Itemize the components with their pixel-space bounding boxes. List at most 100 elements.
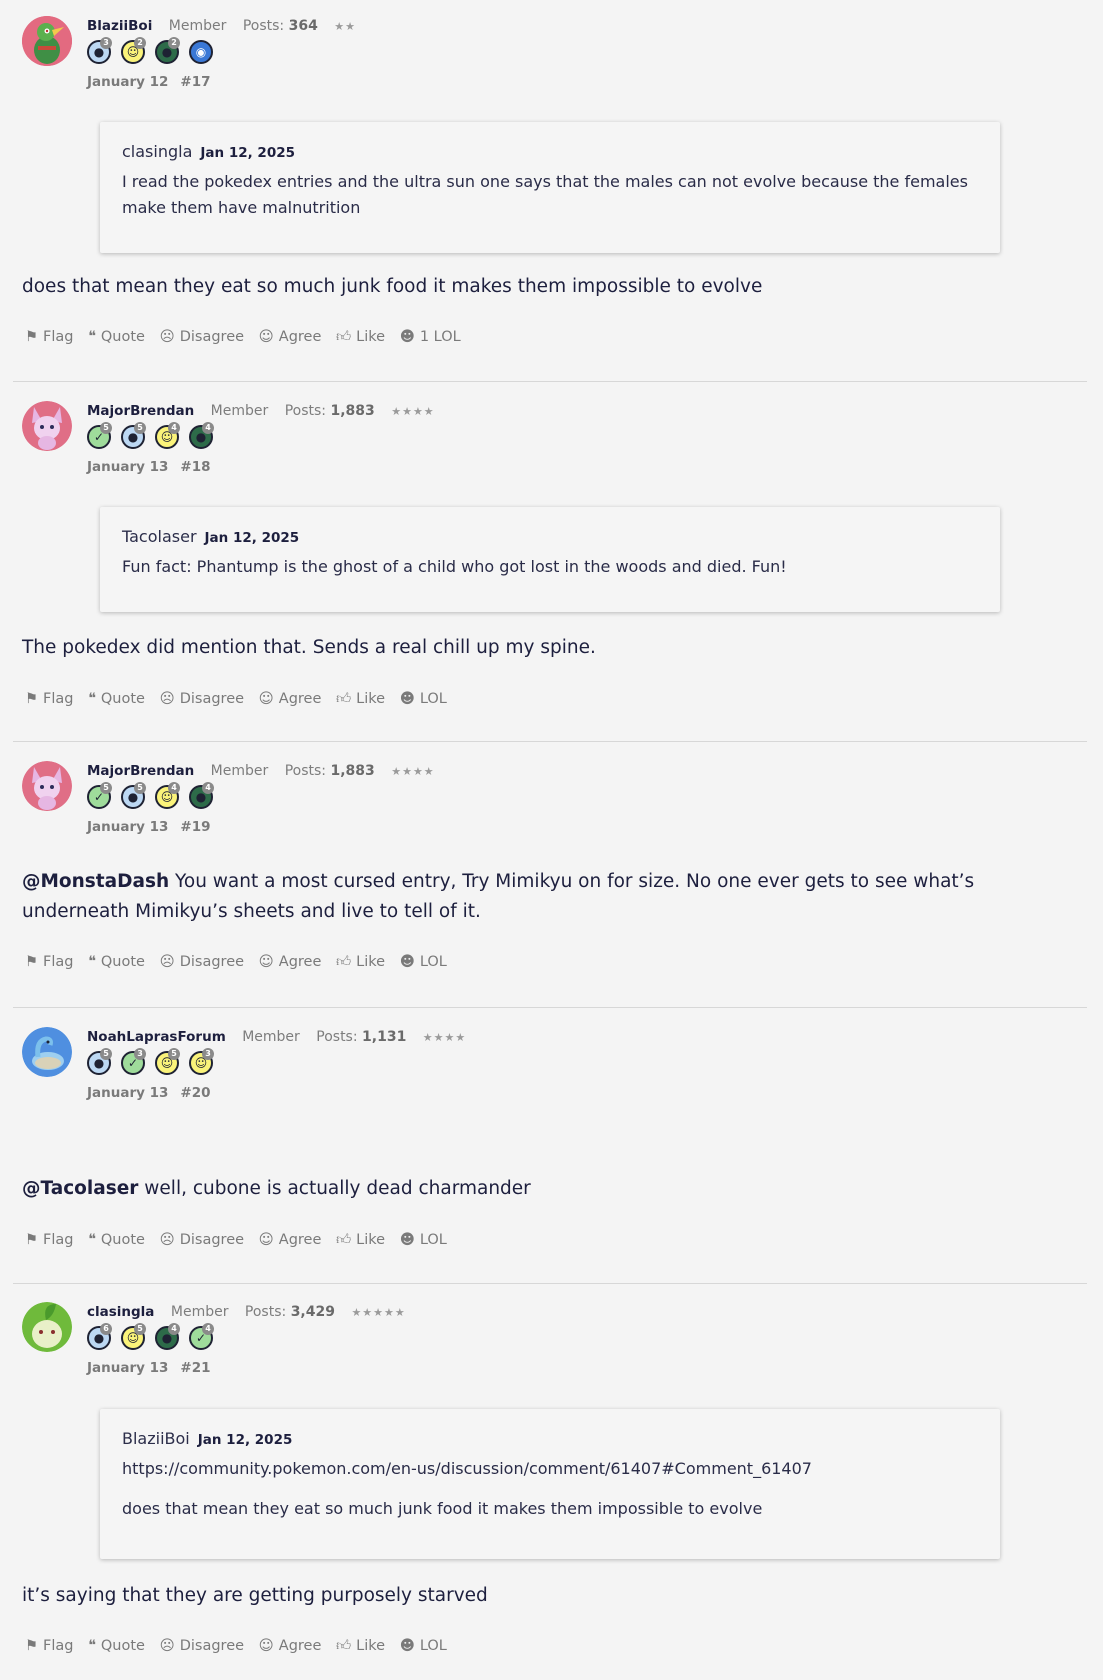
quote-text: does that mean they eat so much junk foo… bbox=[122, 1499, 763, 1518]
post-date[interactable]: January 13 bbox=[87, 1085, 168, 1101]
thumbs-up-icon: 👍︎ bbox=[336, 1232, 352, 1248]
posts-label: Posts: bbox=[284, 403, 327, 419]
agree-button[interactable]: ☺ Agree bbox=[259, 954, 322, 970]
quote-button[interactable]: ❝ Quote bbox=[88, 691, 145, 707]
avatar[interactable] bbox=[22, 401, 72, 451]
like-button[interactable]: 👍︎ Like bbox=[336, 689, 385, 707]
quote-author[interactable]: BlaziiBoi bbox=[122, 1429, 190, 1448]
avatar[interactable] bbox=[22, 761, 72, 811]
like-button[interactable]: 👍︎ Like bbox=[336, 1636, 385, 1654]
wink-badge-icon[interactable]: ☺ 4 bbox=[155, 422, 180, 449]
post-number[interactable]: #17 bbox=[180, 74, 210, 90]
lol-button[interactable]: ☻ LOL bbox=[400, 691, 447, 707]
username[interactable]: NoahLaprasForum bbox=[87, 1029, 226, 1045]
quote-link[interactable]: https://community.pokemon.com/en-us/disc… bbox=[122, 1456, 978, 1482]
avatar[interactable] bbox=[22, 1027, 72, 1077]
quote-button[interactable]: ❝ Quote bbox=[88, 954, 145, 970]
posts-count: 1,131 bbox=[362, 1029, 407, 1045]
post-body-text: well, cubone is actually dead charmander bbox=[138, 1178, 531, 1199]
post-number[interactable]: #20 bbox=[180, 1085, 210, 1101]
agree-button[interactable]: ☺ Agree bbox=[259, 691, 322, 707]
post-date[interactable]: January 13 bbox=[87, 819, 168, 835]
thumbs-up-badge-icon[interactable]: ● 4 bbox=[155, 1323, 180, 1350]
thumbs-up-icon: 👍︎ bbox=[336, 691, 352, 707]
quote-button[interactable]: ❝ Quote bbox=[88, 1638, 145, 1654]
disagree-button[interactable]: ☹ Disagree bbox=[160, 1232, 244, 1248]
check-badge-icon[interactable]: ✓ 5 bbox=[87, 782, 112, 809]
post: NoahLaprasForum Member Posts: 1,131 ★★★★… bbox=[13, 1027, 1087, 1267]
thumbs-up-badge-icon[interactable]: ● 4 bbox=[189, 422, 214, 449]
disagree-button[interactable]: ☹ Disagree bbox=[160, 691, 244, 707]
post-number[interactable]: #19 bbox=[180, 819, 210, 835]
flag-button[interactable]: ⚑ Flag bbox=[25, 1638, 73, 1654]
quote-date[interactable]: Jan 12, 2025 bbox=[205, 530, 300, 546]
post-date[interactable]: January 13 bbox=[87, 1360, 168, 1376]
thumbs-up-badge-icon[interactable]: ● 2 bbox=[155, 37, 180, 64]
lol-button[interactable]: ☻ 1 LOL bbox=[400, 329, 461, 345]
avatar[interactable] bbox=[22, 1302, 72, 1352]
quote-icon: ❝ bbox=[88, 1638, 96, 1654]
smile-badge-icon[interactable]: ☺ 3 bbox=[189, 1048, 214, 1075]
username[interactable]: MajorBrendan bbox=[87, 403, 194, 419]
disagree-button[interactable]: ☹ Disagree bbox=[160, 329, 244, 345]
flag-button[interactable]: ⚑ Flag bbox=[25, 1232, 73, 1248]
wink-badge-icon[interactable]: ☺ 4 bbox=[155, 782, 180, 809]
thumbs-up-icon: 👍︎ bbox=[336, 954, 352, 970]
username[interactable]: BlaziiBoi bbox=[87, 18, 152, 34]
posts-count: 1,883 bbox=[330, 403, 375, 419]
wink-badge-icon[interactable]: ☺ 5 bbox=[155, 1048, 180, 1075]
quote-icon: ❝ bbox=[88, 329, 96, 345]
camera-badge-icon[interactable]: ◉ bbox=[189, 40, 213, 64]
username[interactable]: MajorBrendan bbox=[87, 763, 194, 779]
check-badge-icon[interactable]: ✓ 4 bbox=[189, 1323, 214, 1350]
lol-button[interactable]: ☻ LOL bbox=[400, 1638, 447, 1654]
disagree-button[interactable]: ☹ Disagree bbox=[160, 1638, 244, 1654]
like-button[interactable]: 👍︎ Like bbox=[336, 327, 385, 345]
post-number[interactable]: #18 bbox=[180, 459, 210, 475]
username[interactable]: clasingla bbox=[87, 1304, 154, 1320]
comment-badge-icon[interactable]: ● 5 bbox=[121, 782, 146, 809]
post-date[interactable]: January 12 bbox=[87, 74, 168, 90]
flag-button[interactable]: ⚑ Flag bbox=[25, 329, 73, 345]
comment-badge-icon[interactable]: ● 5 bbox=[121, 422, 146, 449]
user-mention[interactable]: @MonstaDash bbox=[22, 871, 169, 892]
post-date-row: January 13 #19 bbox=[87, 819, 211, 835]
wink-badge-icon[interactable]: ☺ 2 bbox=[121, 37, 146, 64]
flag-button[interactable]: ⚑ Flag bbox=[25, 691, 73, 707]
disagree-button[interactable]: ☹ Disagree bbox=[160, 954, 244, 970]
quote-date[interactable]: Jan 12, 2025 bbox=[200, 145, 295, 161]
wink-badge-icon[interactable]: ☺ 5 bbox=[121, 1323, 146, 1350]
quote-author[interactable]: clasingla bbox=[122, 142, 192, 161]
quote-date[interactable]: Jan 12, 2025 bbox=[198, 1432, 293, 1448]
flag-button[interactable]: ⚑ Flag bbox=[25, 954, 73, 970]
post-date[interactable]: January 13 bbox=[87, 459, 168, 475]
posts-label: Posts: bbox=[284, 763, 327, 779]
thumbs-up-badge-icon[interactable]: ● 4 bbox=[189, 782, 214, 809]
user-role: Member bbox=[242, 1029, 300, 1045]
quote-text: I read the pokedex entries and the ultra… bbox=[122, 172, 968, 217]
smile-icon: ☺ bbox=[258, 691, 274, 707]
user-mention[interactable]: @Tacolaser bbox=[22, 1178, 138, 1199]
posts-label: Posts: bbox=[316, 1029, 358, 1045]
lol-button[interactable]: ☻ LOL bbox=[400, 954, 447, 970]
like-button[interactable]: 👍︎ Like bbox=[336, 952, 385, 970]
comment-badge-icon[interactable]: ● 6 bbox=[87, 1323, 112, 1350]
lol-button[interactable]: ☻ LOL bbox=[400, 1232, 447, 1248]
post-actions: ⚑ Flag ❝ Quote ☹ Disagree ☺ Agree 👍︎ Like ☻ 1 … bbox=[25, 327, 471, 345]
quote-button[interactable]: ❝ Quote bbox=[88, 329, 145, 345]
check-badge-icon[interactable]: ✓ 3 bbox=[121, 1048, 146, 1075]
agree-button[interactable]: ☺ Agree bbox=[259, 1638, 322, 1654]
avatar[interactable] bbox=[22, 16, 72, 66]
post-number[interactable]: #21 bbox=[180, 1360, 210, 1376]
agree-button[interactable]: ☺ Agree bbox=[259, 329, 322, 345]
comment-badge-icon[interactable]: ● 5 bbox=[87, 1048, 112, 1075]
laugh-icon: ☻ bbox=[399, 329, 415, 345]
check-badge-icon[interactable]: ✓ 5 bbox=[87, 422, 112, 449]
like-button[interactable]: 👍︎ Like bbox=[336, 1230, 385, 1248]
quote-author[interactable]: Tacolaser bbox=[122, 527, 197, 546]
post-meta: BlaziiBoi Member Posts: 364 ★★ bbox=[87, 16, 356, 37]
smile-icon: ☺ bbox=[258, 1638, 274, 1654]
quote-button[interactable]: ❝ Quote bbox=[88, 1232, 145, 1248]
comment-badge-icon[interactable]: ● 3 bbox=[87, 37, 112, 64]
agree-button[interactable]: ☺ Agree bbox=[259, 1232, 322, 1248]
